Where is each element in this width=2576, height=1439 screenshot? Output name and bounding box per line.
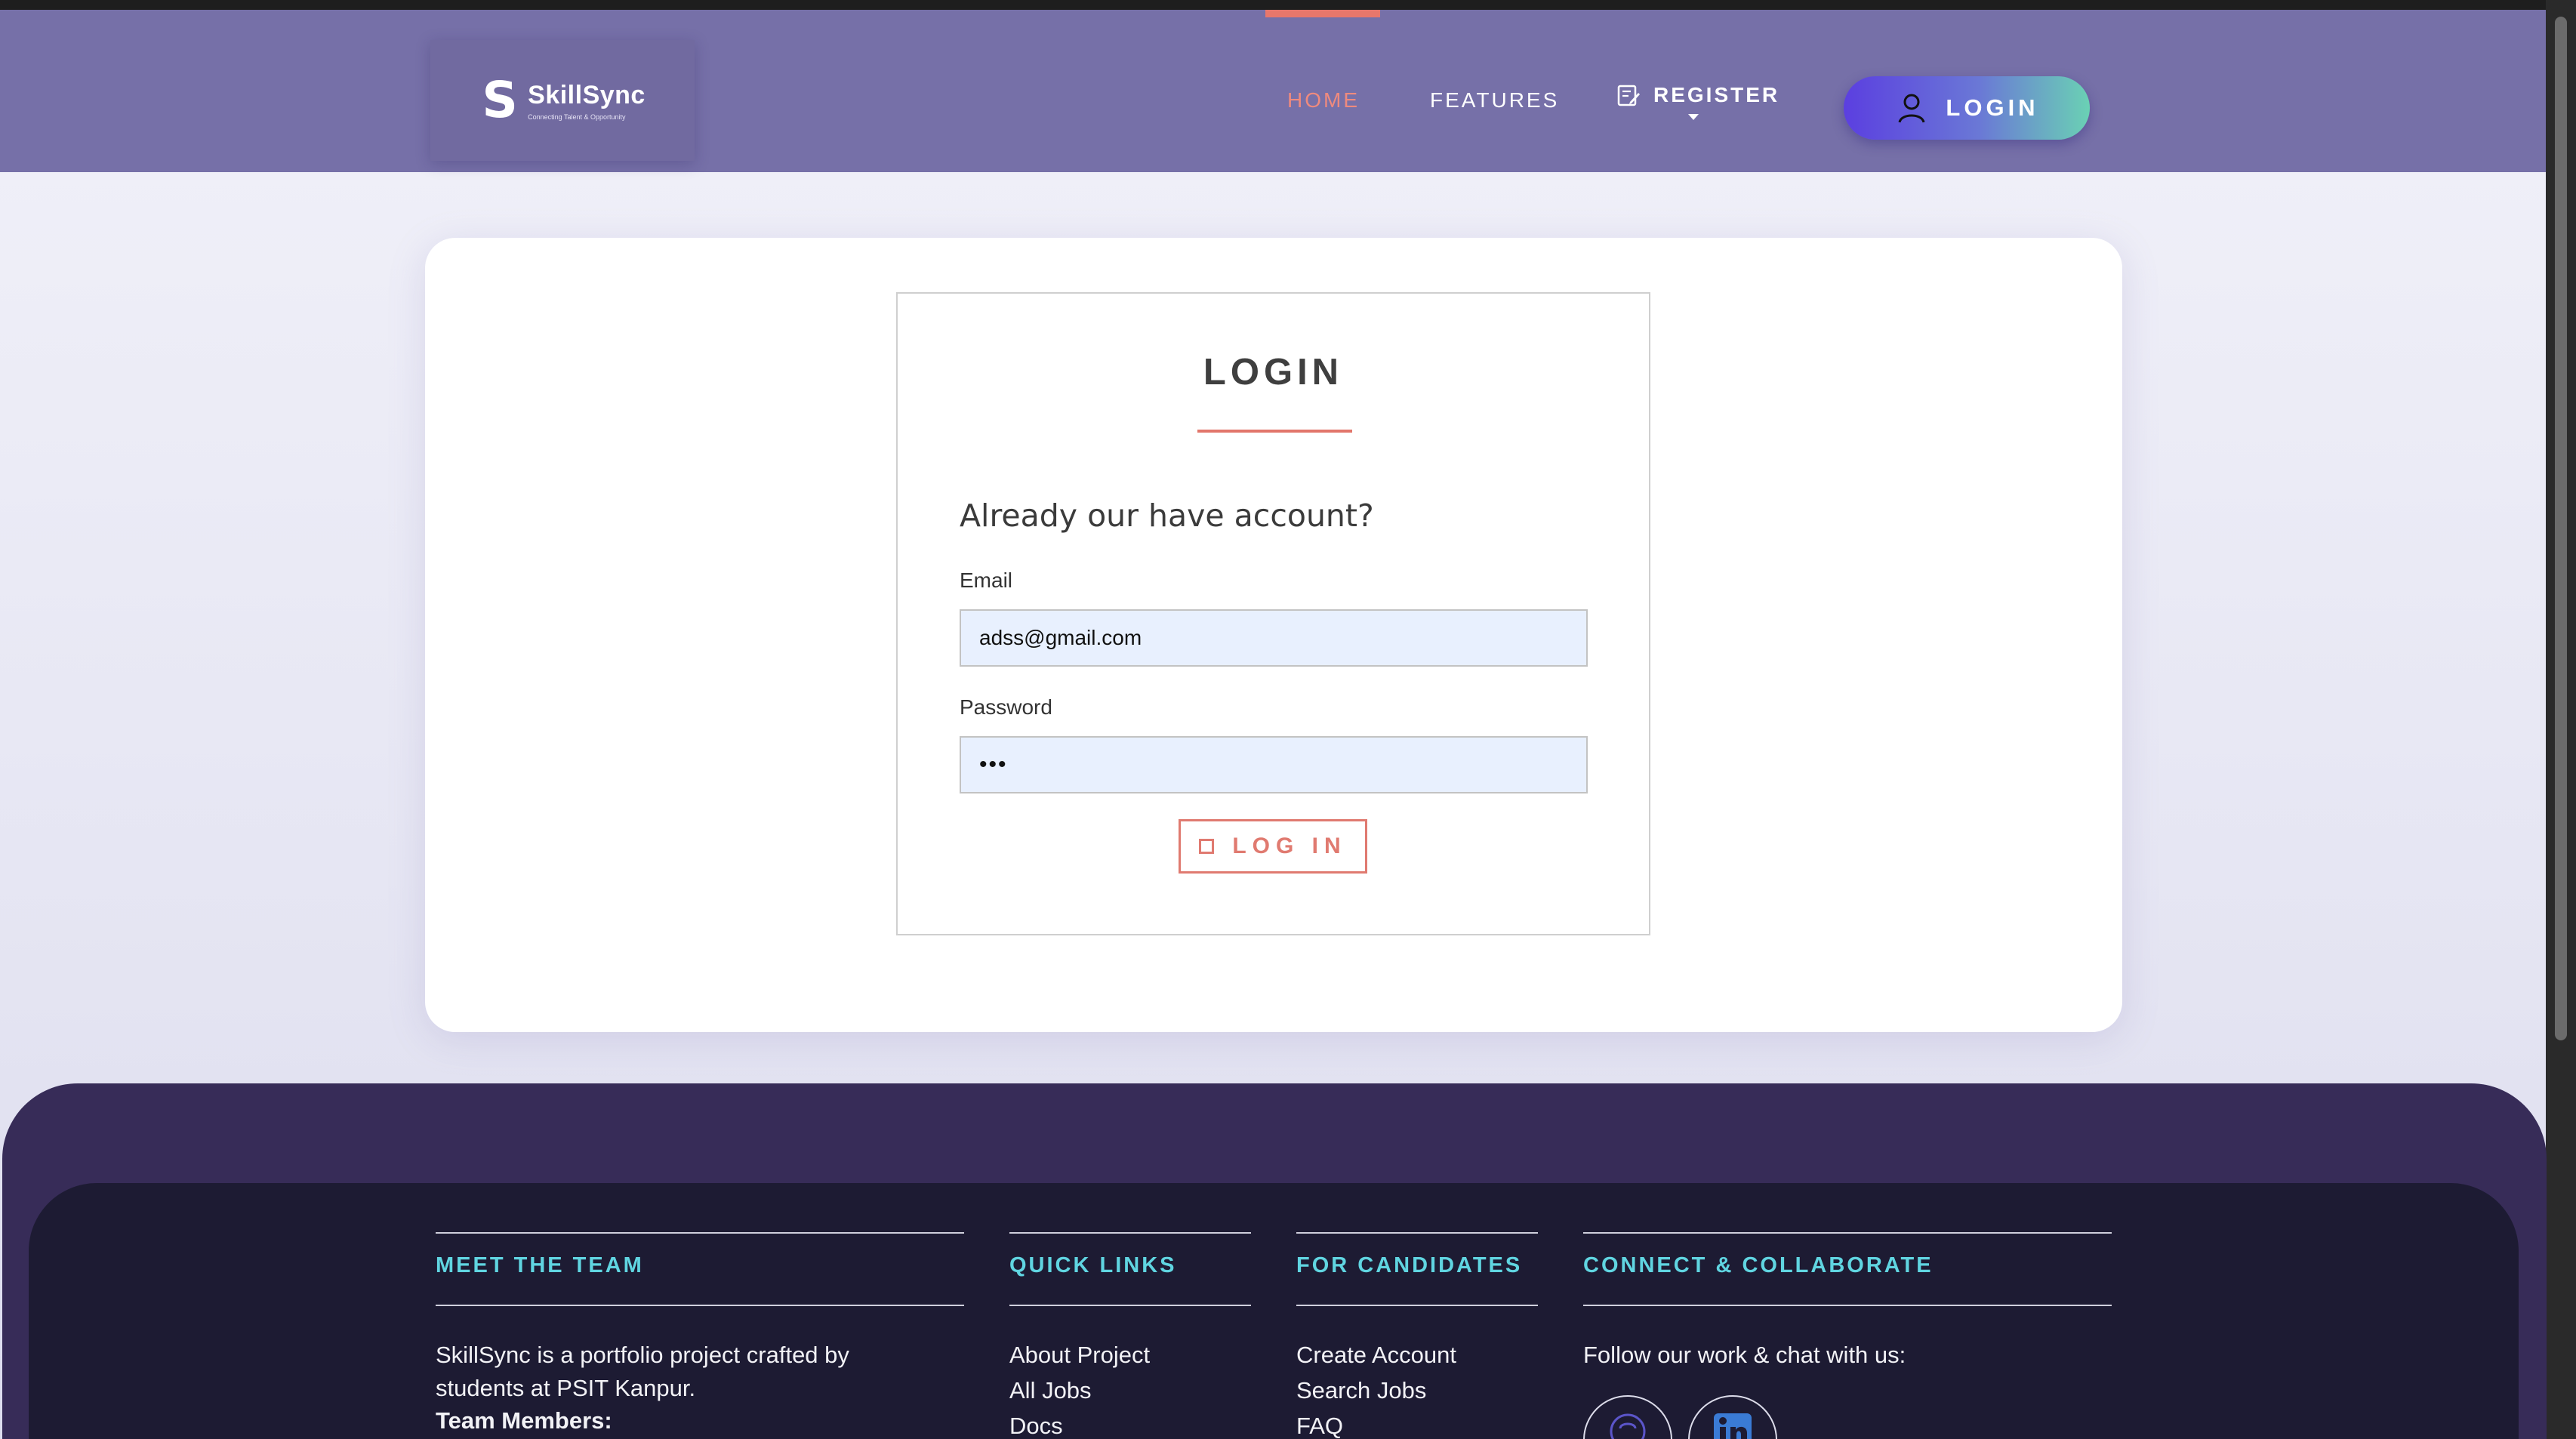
scrollbar-thumb[interactable]: [2555, 17, 2567, 1040]
footer-candidates-title: FOR CANDIDATES: [1296, 1253, 1523, 1277]
footer-divider: [1583, 1232, 2112, 1234]
linkedin-icon: [1714, 1413, 1752, 1439]
footer-link-faq[interactable]: FAQ: [1296, 1410, 1343, 1439]
footer-team-title: MEET THE TEAM: [436, 1253, 644, 1277]
logo[interactable]: S SkillSync Connecting Talent & Opportun…: [430, 40, 695, 161]
footer-divider: [436, 1232, 964, 1234]
nav-link-home[interactable]: HOME: [1287, 88, 1360, 112]
email-label: Email: [960, 569, 1013, 592]
footer-divider: [1296, 1305, 1538, 1306]
logo-tagline: Connecting Talent & Opportunity: [528, 112, 626, 121]
title-underline: [1197, 430, 1352, 433]
login-title: LOGIN: [1203, 352, 1344, 393]
password-label: Password: [960, 695, 1052, 719]
footer-team-text-1: SkillSync is a portfolio project crafted…: [436, 1342, 849, 1368]
square-icon: [1199, 839, 1215, 854]
footer-link-about-project[interactable]: About Project: [1009, 1339, 1150, 1372]
nav-link-register[interactable]: REGISTER: [1616, 82, 1780, 120]
footer-connect-text: Follow our work & chat with us:: [1583, 1342, 1906, 1368]
log-in-button[interactable]: LOG IN: [1179, 819, 1367, 874]
footer-divider: [436, 1305, 964, 1306]
logo-text: SkillSync Connecting Talent & Opportunit…: [528, 81, 646, 121]
footer-divider: [1009, 1232, 1251, 1234]
nav-login-label: LOGIN: [1946, 94, 2039, 121]
log-in-button-label: LOG IN: [1232, 834, 1347, 858]
nav-active-indicator: [1265, 10, 1380, 17]
logo-name: SkillSync: [528, 80, 646, 109]
nav-link-features[interactable]: FEATURES: [1430, 88, 1559, 112]
login-form: LOGIN Already our have account? Email Pa…: [896, 292, 1650, 935]
footer-link-search-jobs[interactable]: Search Jobs: [1296, 1374, 1426, 1407]
email-field[interactable]: [960, 609, 1588, 667]
register-icon: [1617, 85, 1640, 106]
password-field[interactable]: [960, 736, 1588, 793]
footer-team-members-label: Team Members:: [436, 1407, 612, 1434]
footer-divider: [1296, 1232, 1538, 1234]
footer-connect-title: CONNECT & COLLABORATE: [1583, 1253, 1934, 1277]
footer-team-text-2: students at PSIT Kanpur.: [436, 1375, 696, 1401]
navbar: S SkillSync Connecting Talent & Opportun…: [0, 10, 2546, 172]
footer-divider: [1009, 1305, 1251, 1306]
footer: [29, 1183, 2519, 1439]
footer-quick-links-title: QUICK LINKS: [1009, 1253, 1177, 1277]
footer-link-docs[interactable]: Docs: [1009, 1410, 1063, 1439]
nav-login-button[interactable]: LOGIN: [1844, 76, 2090, 140]
footer-link-create-account[interactable]: Create Account: [1296, 1339, 1456, 1372]
login-subtitle: Already our have account?: [960, 498, 1374, 534]
nav-link-register-label: REGISTER: [1653, 83, 1780, 106]
footer-divider: [1583, 1305, 2112, 1306]
footer-link-all-jobs[interactable]: All Jobs: [1009, 1374, 1092, 1407]
github-icon: [1610, 1413, 1646, 1439]
logo-mark-icon: S: [482, 71, 518, 129]
scrollbar-track[interactable]: [2546, 0, 2576, 1439]
user-icon: [1898, 94, 1925, 123]
chevron-down-icon: [1688, 114, 1699, 120]
login-card: LOGIN Already our have account? Email Pa…: [425, 238, 2122, 1032]
